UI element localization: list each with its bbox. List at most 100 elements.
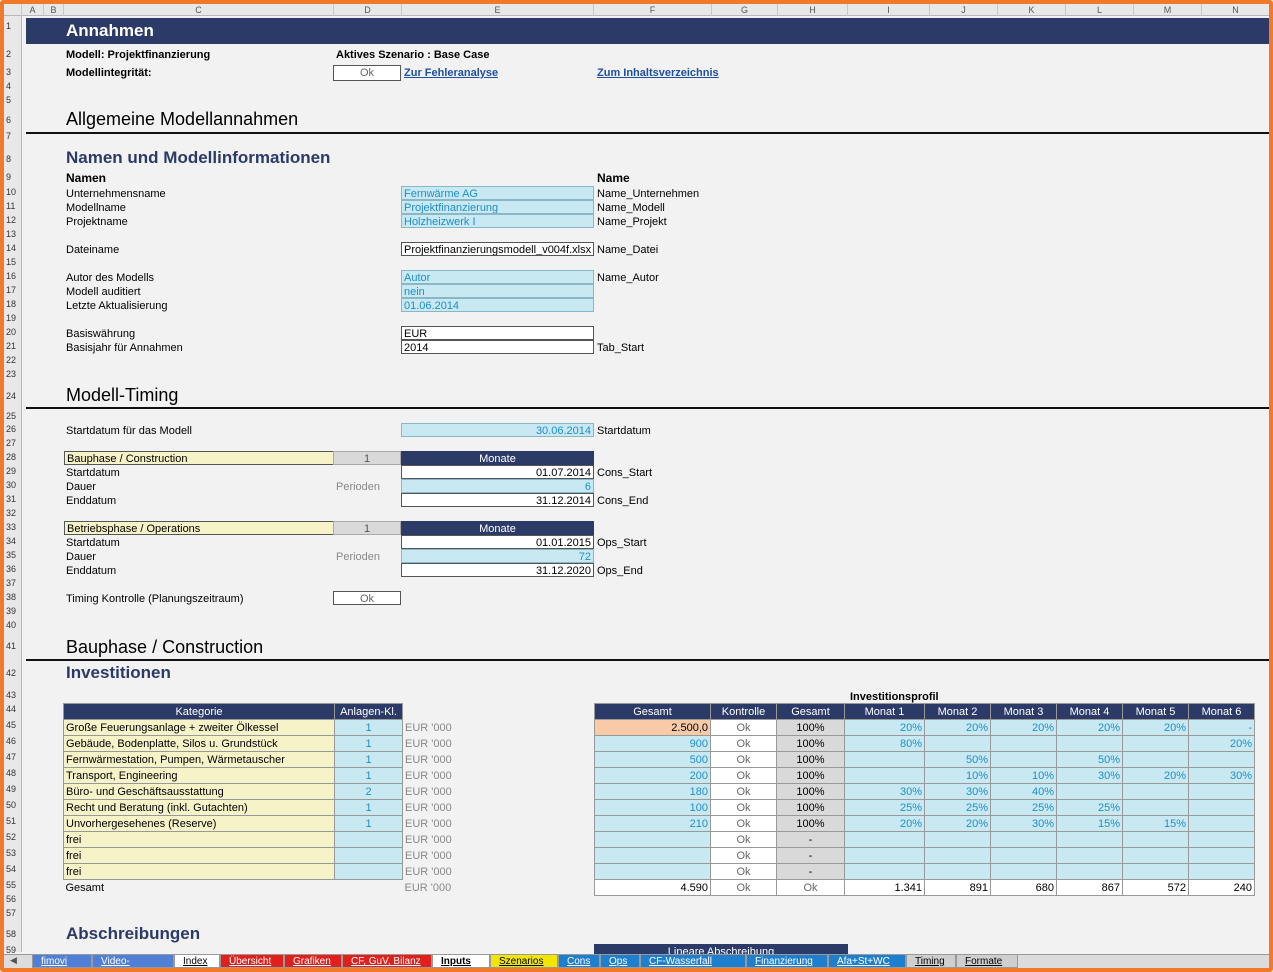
- row-header-57[interactable]: 57: [4, 907, 22, 919]
- month-2-cell[interactable]: 50%: [924, 751, 991, 768]
- name-row-value[interactable]: Autor: [401, 270, 594, 284]
- month-3-cell[interactable]: [990, 735, 1057, 752]
- row-header-26[interactable]: 26: [4, 423, 22, 435]
- row-header-51[interactable]: 51: [4, 815, 22, 827]
- total-cell[interactable]: [594, 863, 711, 880]
- category-cell[interactable]: Gebäude, Bodenplatte, Silos u. Grundstüc…: [63, 735, 335, 752]
- total-cell[interactable]: 100: [594, 799, 711, 816]
- name-row-value[interactable]: Holzheizwerk I: [401, 214, 594, 228]
- asset-class-cell[interactable]: 1: [334, 799, 403, 816]
- sheet-tab-fimovi[interactable]: fimovi: [32, 955, 92, 968]
- month-5-cell[interactable]: [1122, 863, 1189, 880]
- row-header-10[interactable]: 10: [4, 186, 22, 198]
- total-cell[interactable]: [594, 847, 711, 864]
- row-header-53[interactable]: 53: [4, 847, 22, 859]
- row-header-24[interactable]: 24: [4, 390, 22, 402]
- cons-duration-input[interactable]: 6: [401, 479, 594, 493]
- column-header-g[interactable]: G: [712, 4, 778, 16]
- asset-class-cell[interactable]: 1: [334, 751, 403, 768]
- row-header-17[interactable]: 17: [4, 284, 22, 296]
- name-row-value[interactable]: Fernwärme AG: [401, 186, 594, 200]
- column-header-j[interactable]: J: [930, 4, 998, 16]
- month-6-cell[interactable]: [1188, 863, 1255, 880]
- row-header-36[interactable]: 36: [4, 563, 22, 575]
- category-cell[interactable]: Transport, Engineering: [63, 767, 335, 784]
- name-row-value[interactable]: 01.06.2014: [401, 298, 594, 312]
- row-header-8[interactable]: 8: [4, 153, 22, 165]
- row-header-22[interactable]: 22: [4, 354, 22, 366]
- month-1-cell[interactable]: 30%: [844, 783, 925, 800]
- month-4-cell[interactable]: 15%: [1056, 815, 1123, 832]
- sheet-tab--bersicht[interactable]: Übersicht: [220, 955, 284, 968]
- month-4-cell[interactable]: [1056, 831, 1123, 848]
- row-header-2[interactable]: 2: [4, 48, 22, 60]
- asset-class-cell[interactable]: 1: [334, 735, 403, 752]
- category-cell[interactable]: Recht und Beratung (inkl. Gutachten): [63, 799, 335, 816]
- sheet-tab-inputs[interactable]: Inputs: [432, 955, 490, 968]
- sheet-tab-cf-wasserfall[interactable]: CF-Wasserfall: [640, 955, 746, 968]
- total-cell[interactable]: [594, 831, 711, 848]
- month-1-cell[interactable]: [844, 831, 925, 848]
- month-5-cell[interactable]: [1122, 847, 1189, 864]
- row-header-18[interactable]: 18: [4, 298, 22, 310]
- sheet-tab-index[interactable]: Index: [174, 955, 220, 968]
- month-5-cell[interactable]: 20%: [1122, 719, 1189, 736]
- row-header-50[interactable]: 50: [4, 799, 22, 811]
- row-header-28[interactable]: 28: [4, 451, 22, 463]
- row-header-38[interactable]: 38: [4, 591, 22, 603]
- asset-class-cell[interactable]: [334, 831, 403, 848]
- month-2-cell[interactable]: [924, 847, 991, 864]
- sheet-tab-cons[interactable]: Cons: [558, 955, 600, 968]
- total-cell[interactable]: 200: [594, 767, 711, 784]
- column-header-corner[interactable]: [4, 4, 22, 16]
- sheet-tab-ops[interactable]: Ops: [600, 955, 640, 968]
- month-2-cell[interactable]: [924, 863, 991, 880]
- toc-link[interactable]: Zum Inhaltsverzeichnis: [597, 66, 719, 80]
- month-1-cell[interactable]: 20%: [844, 719, 925, 736]
- column-header-b[interactable]: B: [44, 4, 64, 16]
- row-header-45[interactable]: 45: [4, 719, 22, 731]
- category-cell[interactable]: Große Feuerungsanlage + zweiter Ölkessel: [63, 719, 335, 736]
- month-3-cell[interactable]: 30%: [990, 815, 1057, 832]
- row-header-3[interactable]: 3: [4, 66, 22, 78]
- month-6-cell[interactable]: 20%: [1188, 735, 1255, 752]
- month-1-cell[interactable]: 20%: [844, 815, 925, 832]
- name-row-value[interactable]: 2014: [401, 340, 594, 354]
- month-4-cell[interactable]: 30%: [1056, 767, 1123, 784]
- month-4-cell[interactable]: 25%: [1056, 799, 1123, 816]
- category-cell[interactable]: frei: [63, 831, 335, 848]
- month-5-cell[interactable]: 20%: [1122, 767, 1189, 784]
- sheet-tab-afa-st-wc[interactable]: Afa+St+WC: [828, 955, 906, 968]
- month-4-cell[interactable]: [1056, 783, 1123, 800]
- error-analysis-link[interactable]: Zur Fehleranalyse: [404, 66, 498, 80]
- month-6-cell[interactable]: [1188, 751, 1255, 768]
- name-row-value[interactable]: nein: [401, 284, 594, 298]
- month-5-cell[interactable]: [1122, 735, 1189, 752]
- month-2-cell[interactable]: 20%: [924, 815, 991, 832]
- row-header-40[interactable]: 40: [4, 619, 22, 631]
- month-2-cell[interactable]: [924, 735, 991, 752]
- asset-class-cell[interactable]: 1: [334, 719, 403, 736]
- total-cell[interactable]: 900: [594, 735, 711, 752]
- month-3-cell[interactable]: 40%: [990, 783, 1057, 800]
- month-6-cell[interactable]: -: [1188, 719, 1255, 736]
- month-3-cell[interactable]: [990, 831, 1057, 848]
- row-header-16[interactable]: 16: [4, 270, 22, 282]
- sheet-tab-cf-guv-bilanz[interactable]: CF, GuV, Bilanz: [342, 955, 432, 968]
- asset-class-cell[interactable]: 1: [334, 767, 403, 784]
- row-header-23[interactable]: 23: [4, 368, 22, 380]
- row-header-19[interactable]: 19: [4, 312, 22, 324]
- row-header-55[interactable]: 55: [4, 879, 22, 891]
- row-header-47[interactable]: 47: [4, 751, 22, 763]
- month-2-cell[interactable]: 30%: [924, 783, 991, 800]
- construction-phase-flag[interactable]: 1: [333, 451, 401, 465]
- month-3-cell[interactable]: 25%: [990, 799, 1057, 816]
- row-header-42[interactable]: 42: [4, 667, 22, 679]
- month-1-cell[interactable]: [844, 847, 925, 864]
- row-header-4[interactable]: 4: [4, 80, 22, 92]
- month-1-cell[interactable]: [844, 751, 925, 768]
- month-4-cell[interactable]: [1056, 735, 1123, 752]
- sheet-tab-video-training[interactable]: Video-Training: [92, 955, 174, 968]
- sheet-tab-timing[interactable]: Timing: [906, 955, 956, 968]
- column-header-a[interactable]: A: [22, 4, 44, 16]
